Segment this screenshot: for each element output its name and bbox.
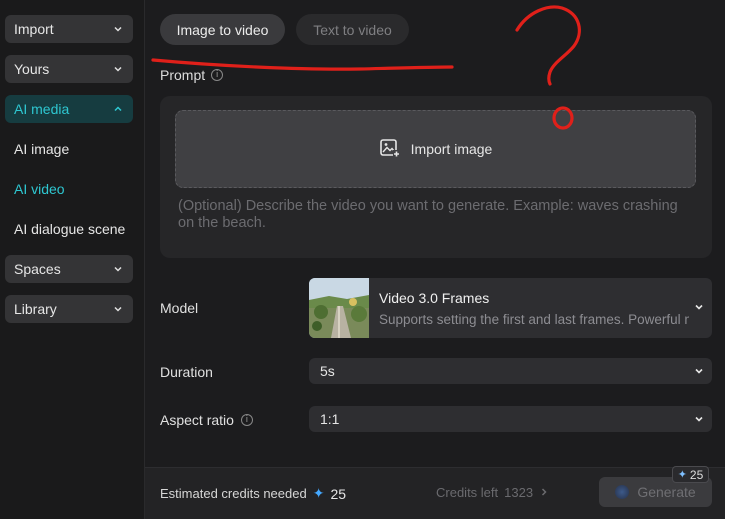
prompt-label: Prompt i: [160, 67, 224, 83]
chevron-down-icon: [113, 64, 123, 74]
aspect-ratio-value: 1:1: [320, 411, 340, 427]
info-icon[interactable]: i: [240, 414, 253, 426]
aspect-ratio-label: Aspect ratio i: [160, 412, 253, 428]
generate-cost-badge: ✦ 25: [672, 466, 709, 483]
estimated-credits-label: Estimated credits needed: [160, 486, 307, 501]
chevron-right-icon: [539, 485, 549, 500]
sidebar-item-ai-video[interactable]: AI video: [14, 181, 65, 197]
window-edge: [725, 0, 732, 519]
chevron-down-icon: [113, 264, 123, 274]
sidebar-item-label: Spaces: [14, 261, 61, 277]
generate-footer: Estimated credits needed ✦ 25 Credits le…: [145, 466, 725, 519]
chevron-down-icon: [113, 24, 123, 34]
credits-left-link[interactable]: Credits left 1323: [436, 485, 549, 500]
prompt-input[interactable]: (Optional) Describe the video you want t…: [178, 198, 678, 232]
duration-select[interactable]: 5s: [309, 358, 712, 384]
sidebar-item-ai-image[interactable]: AI image: [14, 141, 69, 157]
sidebar-item-label: Import: [14, 21, 54, 37]
model-select[interactable]: Video 3.0 Frames Supports setting the fi…: [309, 278, 712, 338]
sidebar-item-label: Library: [14, 301, 57, 317]
sidebar-item-ai-dialogue-scene[interactable]: AI dialogue scene: [14, 221, 125, 237]
sparkle-icon: ✦: [312, 485, 325, 501]
import-image-label: Import image: [410, 141, 493, 157]
sidebar-item-ai-media[interactable]: AI media: [5, 95, 133, 123]
sidebar-item-library[interactable]: Library: [5, 295, 133, 323]
generate-cost-value: 25: [689, 467, 704, 482]
sidebar-item-yours[interactable]: Yours: [5, 55, 133, 83]
prompt-label-text: Prompt: [160, 67, 206, 83]
tab-image-to-video[interactable]: Image to video: [160, 14, 285, 45]
credits-left-value: 1323: [504, 485, 534, 500]
import-image-button[interactable]: Import image: [175, 110, 696, 188]
video-generator-panel: Image to video Text to video Prompt i Im…: [145, 0, 725, 519]
chevron-down-icon: [694, 299, 704, 317]
chevron-up-icon: [113, 104, 123, 114]
model-thumbnail: [309, 278, 369, 338]
info-icon[interactable]: i: [211, 69, 224, 81]
duration-value: 5s: [320, 363, 335, 379]
model-label: Model: [160, 300, 199, 316]
sidebar-item-label: Yours: [14, 61, 50, 77]
model-name: Video 3.0 Frames: [379, 290, 490, 306]
credits-left-label: Credits left: [436, 485, 499, 500]
image-plus-icon: [379, 137, 401, 162]
chevron-down-icon: [694, 363, 704, 379]
sidebar-item-spaces[interactable]: Spaces: [5, 255, 133, 283]
duration-label: Duration: [160, 364, 213, 380]
sidebar: Import Yours AI media AI image AI video …: [0, 0, 145, 519]
generate-label: Generate: [637, 484, 696, 500]
sidebar-item-label: AI media: [14, 101, 70, 117]
generate-icon: [615, 485, 630, 499]
sparkle-icon: ✦: [677, 469, 687, 481]
estimated-credits: Estimated credits needed ✦ 25: [160, 485, 346, 502]
model-description: Supports setting the first and last fram…: [379, 312, 689, 327]
chevron-down-icon: [113, 304, 123, 314]
prompt-box: Import image (Optional) Describe the vid…: [160, 96, 712, 258]
aspect-ratio-select[interactable]: 1:1: [309, 406, 712, 432]
aspect-ratio-label-text: Aspect ratio: [160, 412, 234, 428]
chevron-down-icon: [694, 411, 704, 427]
sidebar-item-import[interactable]: Import: [5, 15, 133, 43]
estimated-credits-value: 25: [330, 485, 347, 502]
tab-text-to-video[interactable]: Text to video: [296, 14, 409, 45]
